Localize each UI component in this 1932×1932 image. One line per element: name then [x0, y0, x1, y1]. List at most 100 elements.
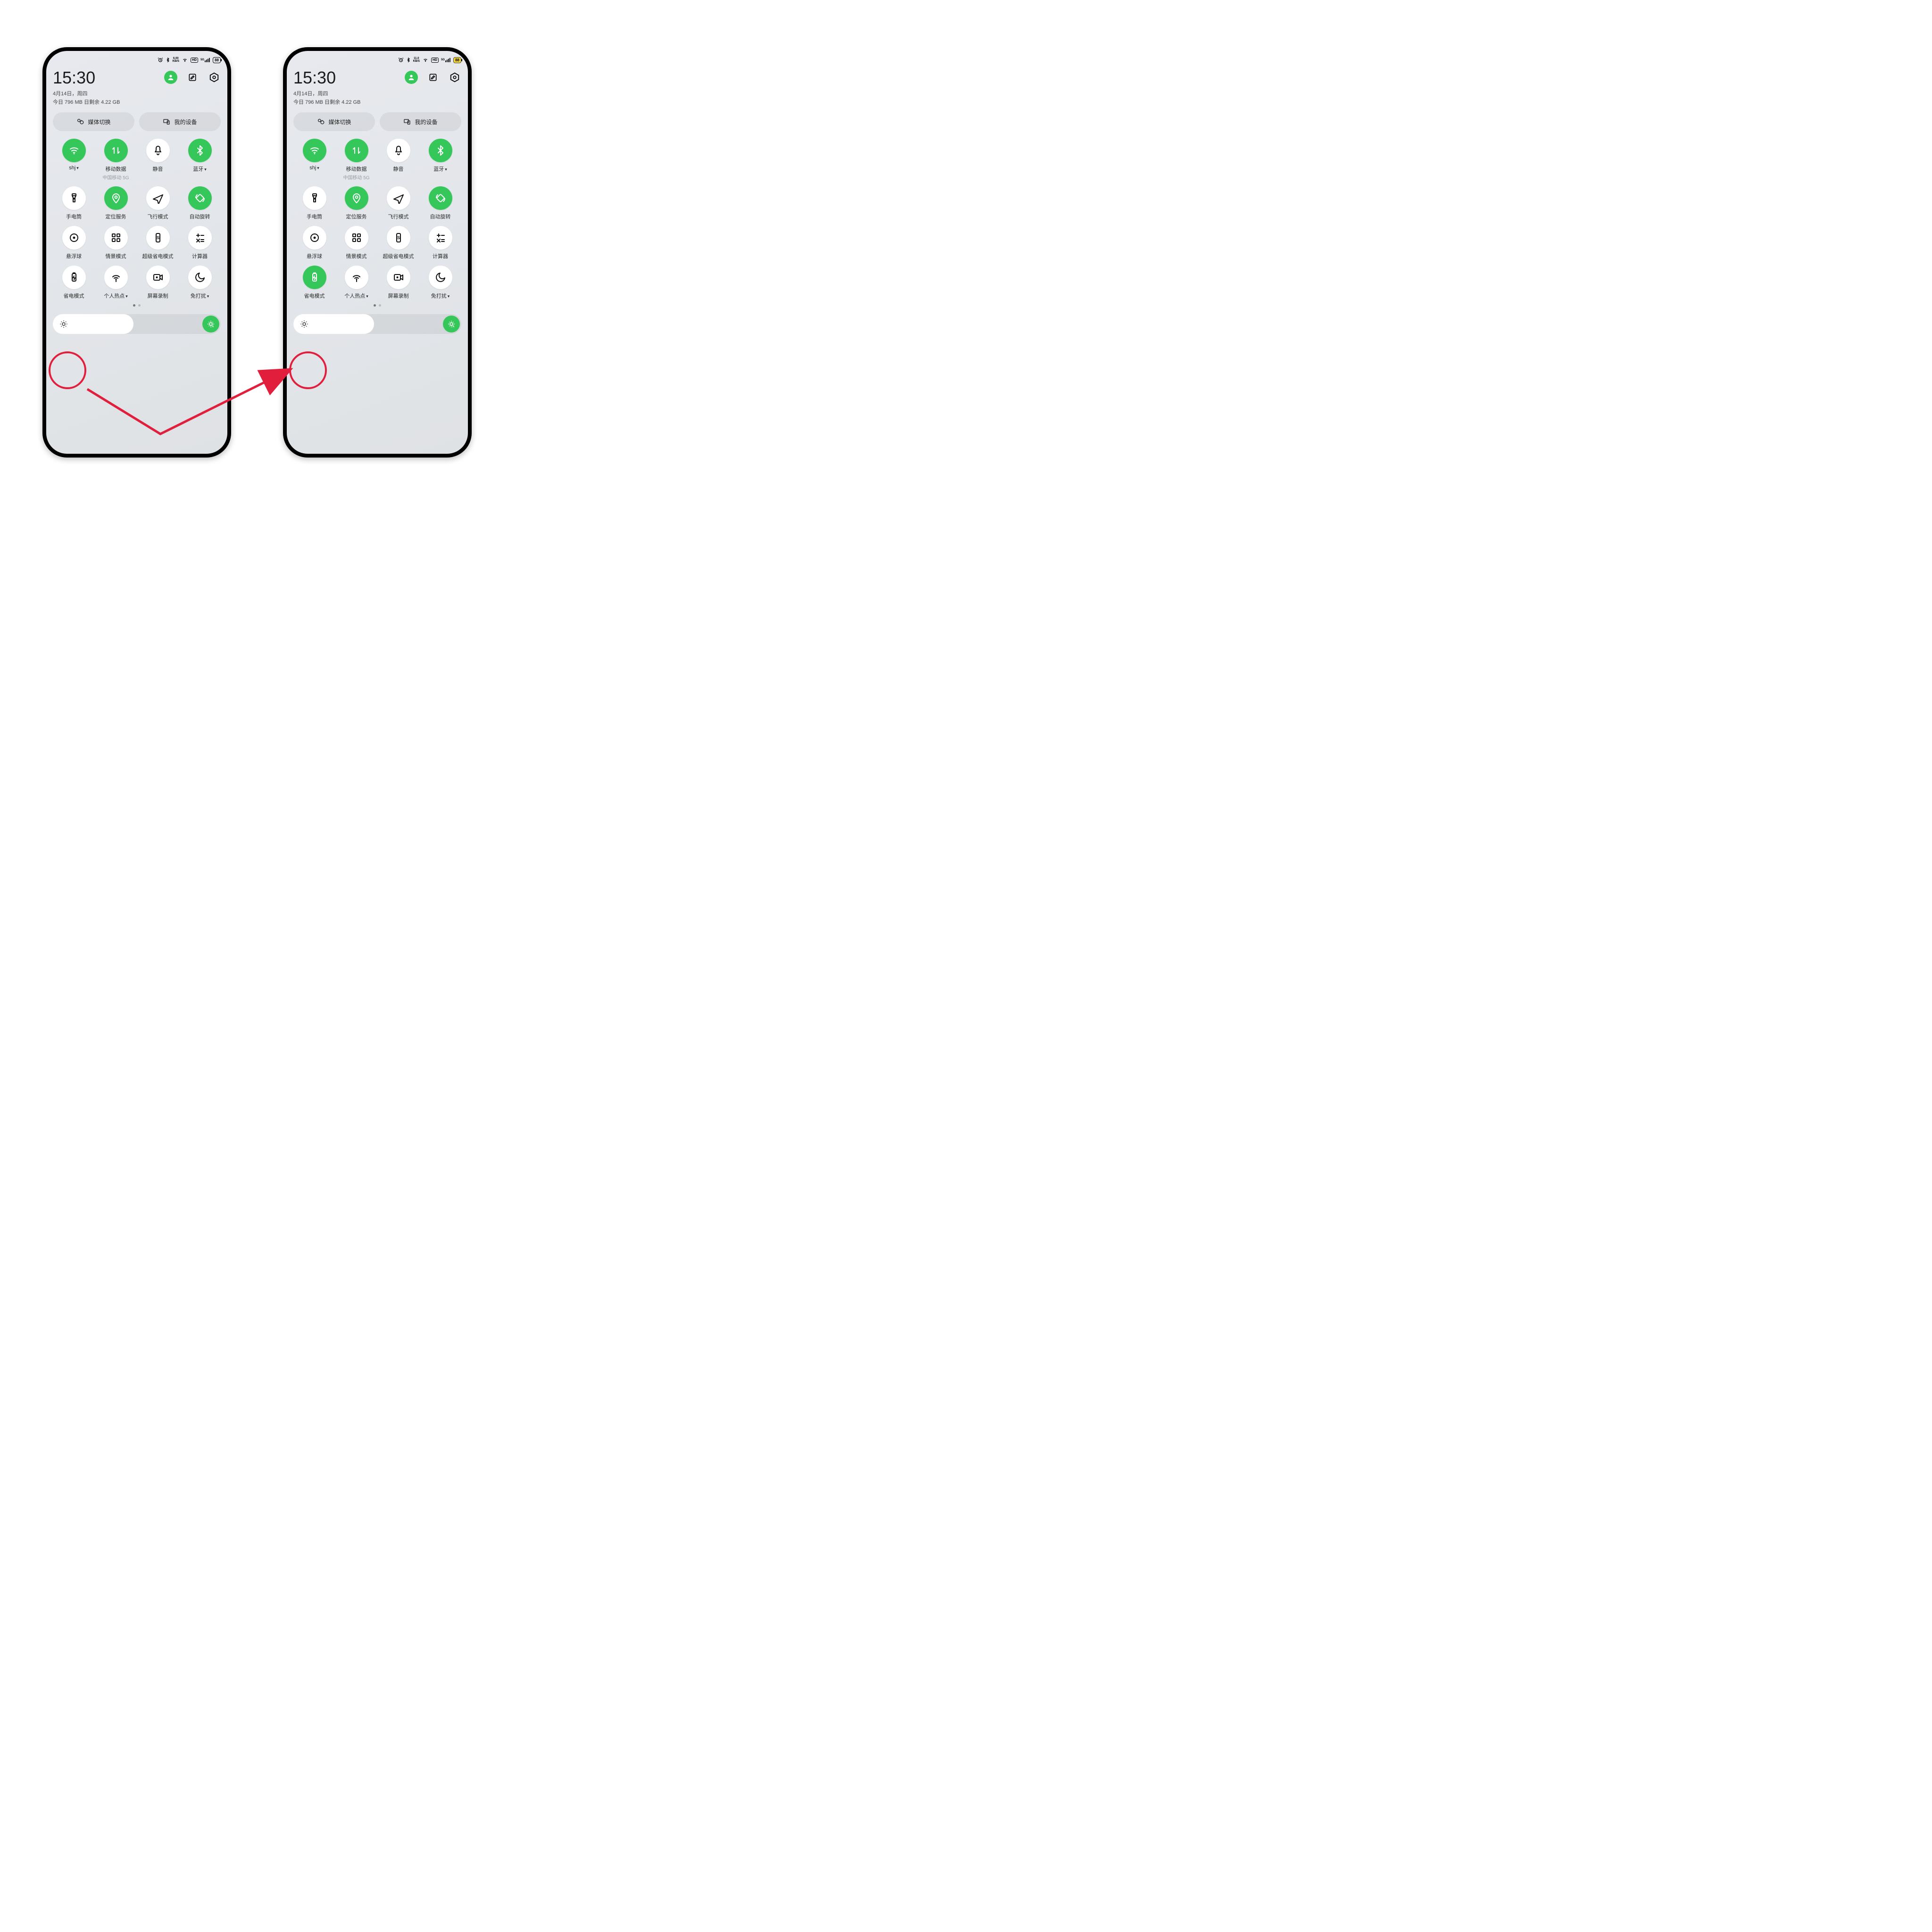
- floatball-icon: [309, 232, 320, 243]
- scene-icon: [351, 232, 362, 243]
- calculator-label: 计算器: [433, 252, 448, 260]
- dnd-toggle[interactable]: [188, 266, 212, 289]
- bluetooth-label[interactable]: 蓝牙: [433, 165, 447, 173]
- location-icon: [351, 192, 362, 204]
- mobiledata-label: 移动数据: [346, 165, 367, 173]
- location-toggle[interactable]: [345, 186, 368, 210]
- hd-badge: HD: [431, 58, 439, 63]
- ultrasaver-toggle[interactable]: S: [387, 226, 410, 250]
- mute-toggle[interactable]: [387, 139, 410, 162]
- media-switch-button[interactable]: 媒体切换: [53, 112, 134, 131]
- hotspot-label[interactable]: 个人热点: [104, 292, 128, 300]
- bluetooth-icon: [435, 145, 446, 156]
- tile-dnd: 免打扰: [419, 266, 461, 300]
- usage-text: 今日 796 MB 日剩余 4.22 GB: [53, 98, 120, 106]
- devices-icon: [403, 118, 411, 125]
- brightness-slider[interactable]: A: [53, 314, 221, 334]
- hotspot-label[interactable]: 个人热点: [344, 292, 368, 300]
- my-devices-button[interactable]: 我的设备: [139, 112, 221, 131]
- user-avatar-button[interactable]: [164, 71, 177, 84]
- screenrec-toggle[interactable]: [387, 266, 410, 289]
- flashlight-toggle[interactable]: [303, 186, 326, 210]
- tile-calculator: 计算器: [179, 226, 221, 260]
- autorotate-label: 自动旋转: [430, 213, 451, 220]
- airplane-icon: [393, 192, 404, 204]
- media-switch-label: 媒体切换: [88, 118, 110, 126]
- page-dot-active: [374, 304, 376, 307]
- mobiledata-toggle[interactable]: [104, 139, 128, 162]
- airplane-label: 飞行模式: [388, 213, 409, 220]
- bluetooth-label[interactable]: 蓝牙: [193, 165, 207, 173]
- clock: 15:30: [53, 68, 120, 88]
- saver-toggle[interactable]: [62, 266, 86, 289]
- tile-hotspot: 个人热点: [335, 266, 377, 300]
- mute-toggle[interactable]: [146, 139, 170, 162]
- my-devices-button[interactable]: 我的设备: [380, 112, 461, 131]
- mobiledata-toggle[interactable]: [345, 139, 368, 162]
- scene-toggle[interactable]: [104, 226, 128, 250]
- tile-floatball: 悬浮球: [293, 226, 335, 260]
- edit-button[interactable]: [426, 71, 440, 84]
- tile-ultrasaver: S超级省电模式: [137, 226, 179, 260]
- dnd-label[interactable]: 免打扰: [191, 292, 209, 300]
- wifi-label[interactable]: shj: [69, 165, 79, 171]
- flashlight-icon: [309, 192, 320, 204]
- location-label: 定位服务: [106, 213, 126, 220]
- status-bar: 11.0KB/S HD 5G 88: [293, 51, 461, 65]
- wifi-toggle[interactable]: [62, 139, 86, 162]
- tile-mobiledata: 移动数据中国移动 5G: [95, 139, 137, 181]
- screenrec-toggle[interactable]: [146, 266, 170, 289]
- flashlight-label: 手电筒: [307, 213, 322, 220]
- brightness-slider[interactable]: A: [293, 314, 461, 334]
- autorotate-icon: [194, 192, 206, 204]
- bluetooth-toggle[interactable]: [429, 139, 452, 162]
- scene-toggle[interactable]: [345, 226, 368, 250]
- scene-icon: [110, 232, 122, 243]
- calculator-icon: [194, 232, 206, 243]
- bluetooth-status-icon: [166, 57, 170, 63]
- flashlight-toggle[interactable]: [62, 186, 86, 210]
- location-icon: [110, 192, 122, 204]
- dnd-toggle[interactable]: [429, 266, 452, 289]
- tile-saver: 省电模式: [53, 266, 95, 300]
- floatball-toggle[interactable]: [62, 226, 86, 250]
- edit-button[interactable]: [186, 71, 199, 84]
- floatball-toggle[interactable]: [303, 226, 326, 250]
- media-switch-button[interactable]: 媒体切换: [293, 112, 375, 131]
- autorotate-toggle[interactable]: [429, 186, 452, 210]
- settings-button[interactable]: [208, 71, 221, 84]
- autorotate-icon: [435, 192, 446, 204]
- saver-toggle[interactable]: [303, 266, 326, 289]
- tile-autorotate: 自动旋转: [179, 186, 221, 220]
- bluetooth-toggle[interactable]: [188, 139, 212, 162]
- page-dot: [379, 304, 381, 307]
- svg-text:S: S: [156, 235, 159, 240]
- calculator-toggle[interactable]: [188, 226, 212, 250]
- airplane-toggle[interactable]: [387, 186, 410, 210]
- dnd-label[interactable]: 免打扰: [431, 292, 450, 300]
- auto-brightness-button[interactable]: A: [443, 316, 460, 333]
- tile-bluetooth: 蓝牙: [179, 139, 221, 181]
- location-toggle[interactable]: [104, 186, 128, 210]
- airplane-toggle[interactable]: [146, 186, 170, 210]
- hotspot-toggle[interactable]: [345, 266, 368, 289]
- wifi-label[interactable]: shj: [309, 165, 319, 171]
- wifi-toggle[interactable]: [303, 139, 326, 162]
- ultrasaver-icon: S: [152, 232, 164, 243]
- floatball-icon: [68, 232, 80, 243]
- net-speed: 11.0KB/S: [413, 57, 420, 63]
- auto-brightness-button[interactable]: A: [202, 316, 219, 333]
- tile-location: 定位服务: [95, 186, 137, 220]
- autorotate-toggle[interactable]: [188, 186, 212, 210]
- ultrasaver-toggle[interactable]: S: [146, 226, 170, 250]
- floatball-label: 悬浮球: [66, 252, 82, 260]
- wifi-status-icon: [422, 57, 429, 63]
- hotspot-toggle[interactable]: [104, 266, 128, 289]
- mobiledata-icon: [351, 145, 362, 156]
- media-icon: [317, 118, 325, 125]
- tile-saver: 省电模式: [293, 266, 335, 300]
- settings-button[interactable]: [448, 71, 461, 84]
- user-avatar-button[interactable]: [405, 71, 418, 84]
- calculator-toggle[interactable]: [429, 226, 452, 250]
- bluetooth-status-icon: [406, 57, 411, 63]
